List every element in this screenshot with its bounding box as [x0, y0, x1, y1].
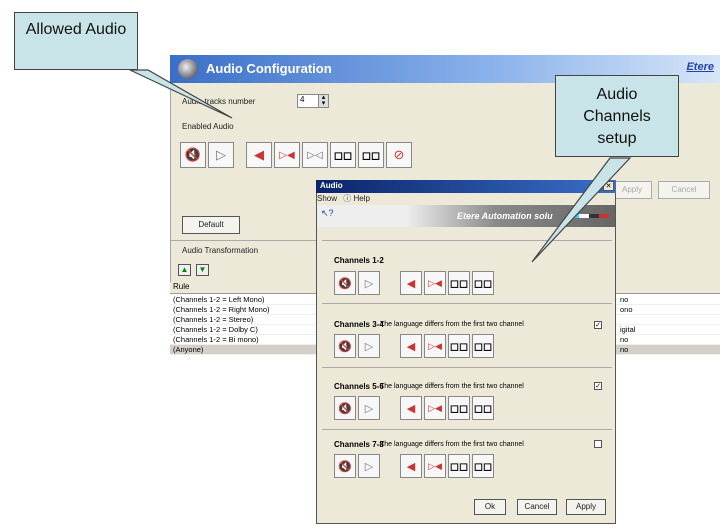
right-mono-icon[interactable]: ▷◀ — [274, 142, 300, 168]
language-differs-label: The language differs from the first two … — [380, 383, 524, 390]
right-mono-icon[interactable]: ▷◀ — [424, 271, 446, 295]
dialog-cancel-button[interactable]: Cancel — [517, 499, 557, 515]
dolby-ex-icon[interactable]: ◻◻ — [472, 334, 494, 358]
speaker-outline-icon[interactable]: ▷ — [358, 396, 380, 420]
audio-dialog-titlebar: Audio ✕ — [316, 180, 616, 193]
close-icon[interactable]: ✕ — [603, 181, 614, 191]
language-differs-label: The language differs from the first two … — [380, 321, 524, 328]
audio-config-icon — [178, 59, 198, 79]
apply-button[interactable]: Apply — [612, 181, 652, 199]
language-differs-checkbox[interactable]: ✓ — [594, 321, 602, 329]
dolby-icon[interactable]: ◻◻ — [448, 396, 470, 420]
divider — [170, 240, 316, 241]
brand-stripe — [569, 214, 609, 218]
dialog-menubar: Show ⓘ Help — [317, 193, 370, 204]
channel-group-7-8: Channels 7-8 The language differs from t… — [322, 429, 612, 491]
right-mono-icon[interactable]: ▷◀ — [424, 334, 446, 358]
channel-group-5-6: Channels 5-6 The language differs from t… — [322, 367, 612, 429]
audio-tracks-value: 4 — [300, 95, 305, 104]
no-audio-icon[interactable]: 🔇 — [334, 396, 356, 420]
speaker-outline-icon[interactable]: ▷ — [358, 454, 380, 478]
window-title: Audio Configuration — [206, 61, 332, 76]
dolby-icon[interactable]: ◻◻ — [330, 142, 356, 168]
spinner-arrows-icon[interactable]: ▴ ▾ — [318, 94, 328, 107]
channel-icons: 🔇 ▷ ◀ ▷◀ ◻◻ ◻◻ — [334, 396, 494, 420]
right-mono-icon[interactable]: ▷◀ — [424, 454, 446, 478]
audio-transformation-label: Audio Transformation — [182, 246, 259, 255]
audio-tracks-label: Audio tracks number — [182, 97, 256, 106]
dolby-ex-icon[interactable]: ◻◻ — [472, 454, 494, 478]
left-mono-icon[interactable]: ◀ — [400, 454, 422, 478]
rule-cell: (Channels 1-2 = Stereo) — [173, 315, 254, 324]
banner-text: Etere Automation solu — [457, 211, 553, 221]
channel-group-label: Channels 7-8 — [334, 440, 384, 449]
rule-cell: (Anyone) — [173, 345, 204, 354]
callout-text: Audio Channels setup — [583, 86, 651, 147]
enabled-audio-label: Enabled Audio — [182, 122, 234, 131]
enabled-audio-icons: 🔇 ▷ ◀ ▷◀ ▷◁ ◻◻ ◻◻ ⊘ — [180, 142, 412, 168]
rule-value-cell: no — [620, 335, 629, 344]
dolby-icon[interactable]: ◻◻ — [448, 271, 470, 295]
language-differs-label: The language differs from the first two … — [380, 441, 524, 448]
cancel-button[interactable]: Cancel — [658, 181, 710, 199]
left-mono-icon[interactable]: ◀ — [400, 396, 422, 420]
menu-show[interactable]: Show — [317, 194, 337, 203]
speaker-outline-icon[interactable]: ▷ — [208, 142, 234, 168]
channel-group-3-4: Channels 3-4 The language differs from t… — [322, 303, 612, 367]
speaker-outline-icon[interactable]: ▷ — [358, 271, 380, 295]
default-button[interactable]: Default — [182, 216, 240, 234]
no-audio-icon[interactable]: 🔇 — [180, 142, 206, 168]
dolby-icon[interactable]: ◻◻ — [448, 454, 470, 478]
left-mono-icon[interactable]: ◀ — [400, 334, 422, 358]
rule-cell: (Channels 1-2 = Bi mono) — [173, 335, 259, 344]
dolby-icon[interactable]: ◻◻ — [448, 334, 470, 358]
menu-help[interactable]: Help — [353, 194, 369, 203]
help-icon: ⓘ — [343, 194, 352, 203]
no-audio-icon[interactable]: 🔇 — [334, 271, 356, 295]
callout-text: Allowed Audio — [25, 21, 127, 38]
rule-value-cell: igital — [620, 325, 636, 334]
audio-dialog-title: Audio — [320, 181, 343, 190]
rule-value-cell: no — [620, 345, 629, 354]
channel-icons: 🔇 ▷ ◀ ▷◀ ◻◻ ◻◻ — [334, 334, 494, 358]
no-audio-icon[interactable]: 🔇 — [334, 454, 356, 478]
language-differs-checkbox[interactable] — [594, 440, 602, 448]
no-audio-icon[interactable]: 🔇 — [334, 334, 356, 358]
etere-banner: ↖? Etere Automation solu — [317, 205, 615, 227]
dialog-apply-button[interactable]: Apply — [566, 499, 606, 515]
whats-this-icon[interactable]: ↖? — [321, 208, 334, 219]
channel-group-1-2: Channels 1-2 🔇 ▷ ◀ ▷◀ ◻◻ ◻◻ — [322, 240, 612, 298]
dolby-ex-icon[interactable]: ◻◻ — [472, 271, 494, 295]
rule-cell: (Channels 1-2 = Left Mono) — [173, 295, 265, 304]
dolby-ex-icon[interactable]: ◻◻ — [472, 396, 494, 420]
disabled-audio-icon[interactable]: ⊘ — [386, 142, 412, 168]
move-down-icon[interactable]: ▼ — [196, 264, 209, 276]
rule-value-cell: no — [620, 295, 629, 304]
channel-icons: 🔇 ▷ ◀ ▷◀ ◻◻ ◻◻ — [334, 454, 494, 478]
right-mono-icon[interactable]: ▷◀ — [424, 396, 446, 420]
rule-cell: (Channels 1-2 = Dolby C) — [173, 325, 258, 334]
dolby-ex-icon[interactable]: ◻◻ — [358, 142, 384, 168]
speaker-outline-icon[interactable]: ▷ — [358, 334, 380, 358]
language-differs-checkbox[interactable]: ✓ — [594, 382, 602, 390]
ok-button[interactable]: Ok — [474, 499, 506, 515]
etere-logo: Etere — [686, 61, 714, 73]
rule-cell: (Channels 1-2 = Right Mono) — [173, 305, 270, 314]
move-up-icon[interactable]: ▲ — [178, 264, 191, 276]
channel-group-label: Channels 3-4 — [334, 320, 384, 329]
channel-icons: 🔇 ▷ ◀ ▷◀ ◻◻ ◻◻ — [334, 271, 494, 295]
channel-group-label: Channels 5-6 — [334, 382, 384, 391]
channel-group-label: Channels 1-2 — [334, 256, 384, 265]
left-mono-icon[interactable]: ◀ — [400, 271, 422, 295]
audio-tracks-spinner[interactable]: 4 ▴ ▾ — [297, 94, 329, 108]
rule-value-cell: ono — [620, 305, 633, 314]
allowed-audio-callout: Allowed Audio — [14, 12, 138, 70]
audio-channels-setup-callout: Audio Channels setup — [555, 75, 679, 157]
left-mono-icon[interactable]: ◀ — [246, 142, 272, 168]
stereo-icon[interactable]: ▷◁ — [302, 142, 328, 168]
